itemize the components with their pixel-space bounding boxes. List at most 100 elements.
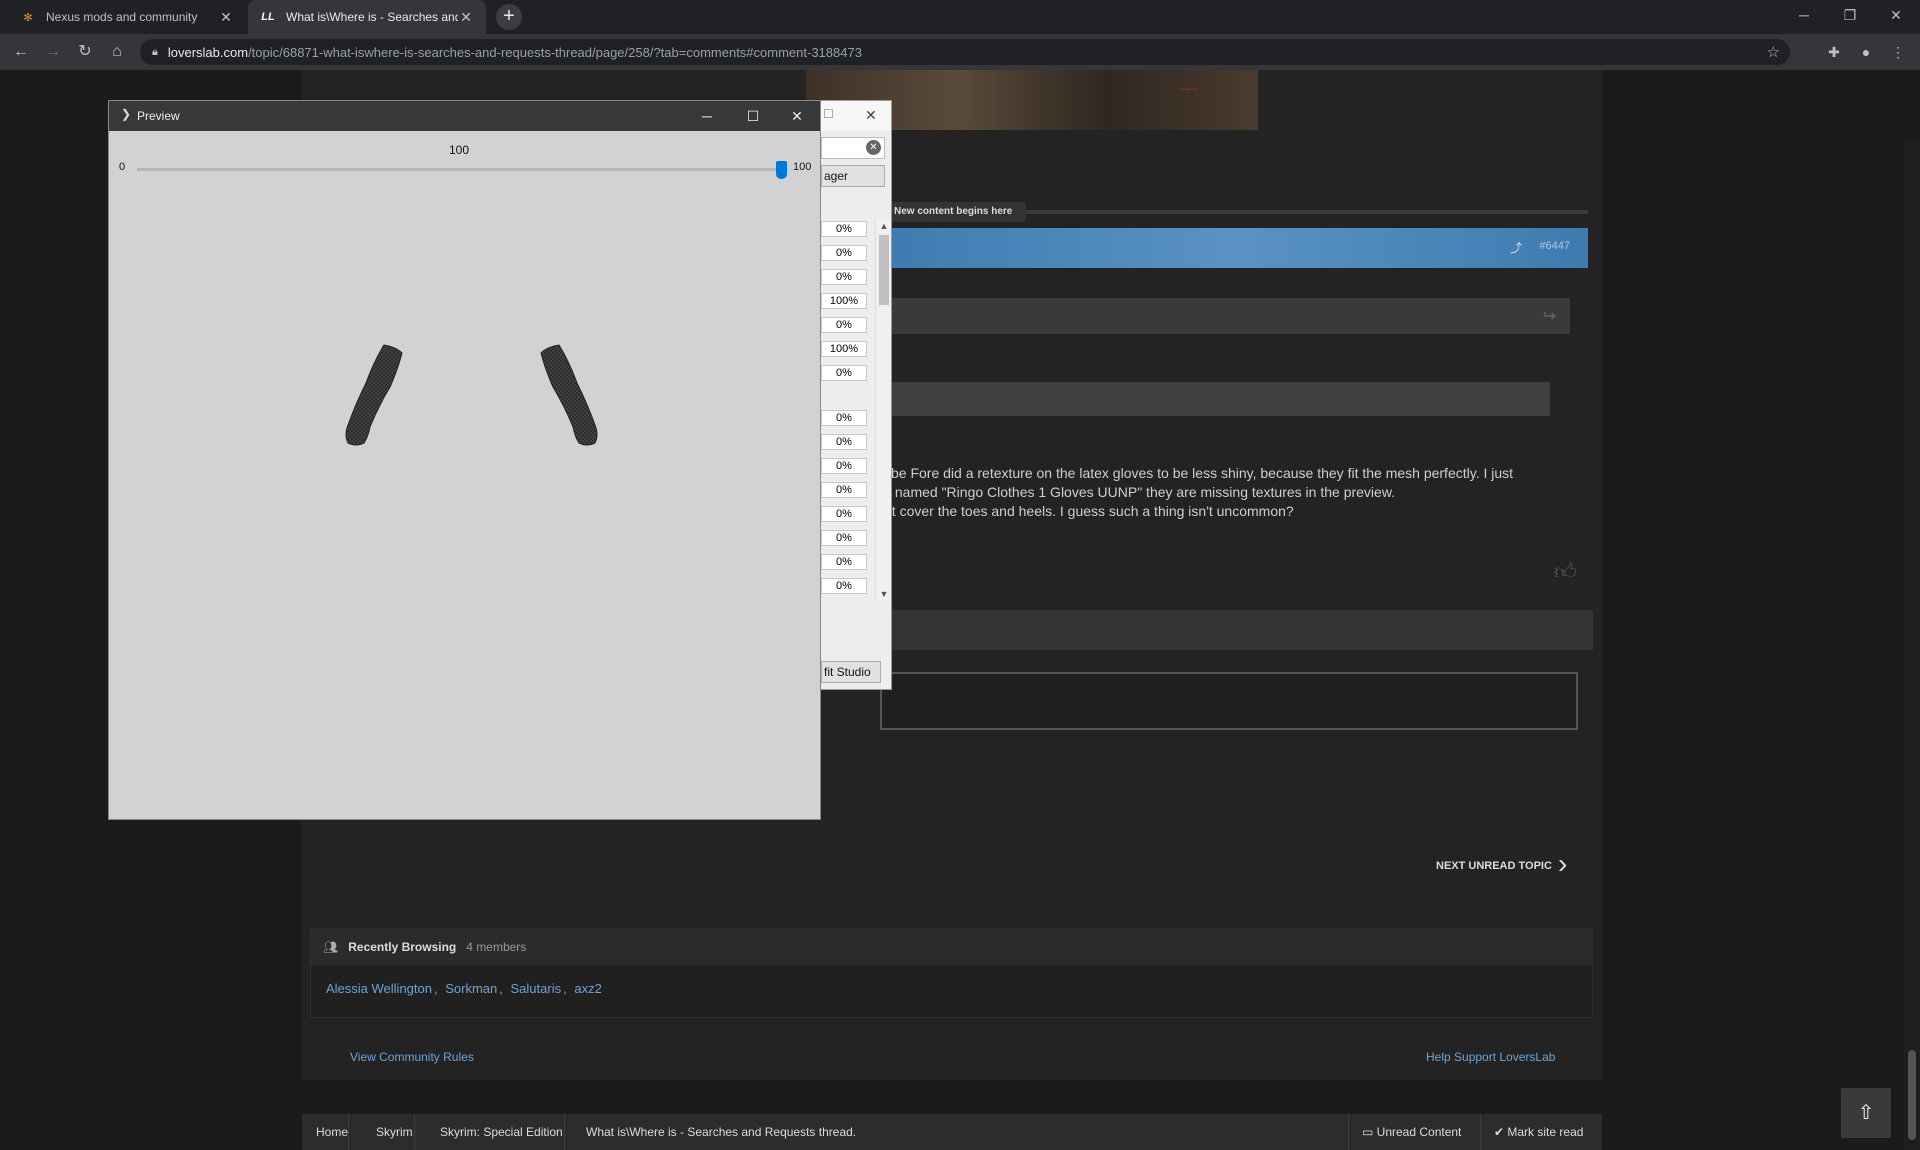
tab-bar: ✻ Nexus mods and community ✕ LL What is\… [0, 0, 1920, 34]
slider-percent-field[interactable]: 0% [821, 365, 867, 381]
community-rules-link[interactable]: View Community Rules [350, 1050, 474, 1064]
tab-title: Nexus mods and community [46, 10, 198, 24]
breadcrumb-home[interactable]: Home [316, 1125, 348, 1139]
close-tab-icon[interactable]: ✕ [458, 9, 474, 26]
slider-percent-field[interactable]: 0% [821, 434, 867, 450]
forward-icon[interactable]: → [42, 41, 64, 63]
new-content-divider [1020, 210, 1588, 214]
slider-percent-field[interactable]: 0% [821, 221, 867, 237]
recently-browsing-title: Recently Browsing [348, 940, 457, 954]
clear-search-icon[interactable]: ✕ [866, 140, 881, 155]
extensions-icon[interactable]: ✚ [1823, 41, 1845, 63]
sliders-scrollbar[interactable]: ▲ ▼ [875, 219, 891, 601]
scroll-to-top-button[interactable]: ⇧ [1841, 1088, 1891, 1138]
reload-icon[interactable]: ↻ [74, 41, 96, 63]
breadcrumb-skyrim-se[interactable]: Skyrim: Special Edition [440, 1125, 563, 1139]
next-unread-topic-link[interactable]: NEXT UNREAD TOPIC [1436, 860, 1552, 872]
address-bar[interactable]: 🔒︎ loverslab.com /topic/68871-what-iswhe… [140, 39, 1790, 65]
scroll-up-icon[interactable]: ▲ [876, 221, 892, 231]
slider-percent-field[interactable]: 0% [821, 482, 867, 498]
breadcrumb-separator [348, 1114, 349, 1150]
weight-slider[interactable] [137, 161, 787, 179]
folder-icon: ▭ [1362, 1125, 1377, 1139]
post-line: ybe Fore did a retexture on the latex gl… [884, 465, 1514, 481]
chevron-right-icon[interactable]: › [1558, 848, 1567, 880]
slider-percent-field[interactable]: 0% [821, 554, 867, 570]
slider-percent-field[interactable]: 0% [821, 245, 867, 261]
slider-percent-field[interactable]: 0% [821, 410, 867, 426]
post-line: ot cover the toes and heels. I guess suc… [884, 503, 1294, 519]
slider-percent-field[interactable]: 100% [821, 341, 867, 357]
unread-content-link[interactable]: ▭ Unread Content [1362, 1125, 1461, 1139]
search-input[interactable]: ✕ [821, 137, 885, 159]
outfit-studio-button[interactable]: fit Studio [821, 661, 881, 683]
scroll-down-icon[interactable]: ▼ [876, 589, 892, 599]
back-icon[interactable]: ← [10, 41, 32, 63]
post-number[interactable]: #6447 [1539, 240, 1570, 252]
member-count: 4 members [466, 940, 527, 954]
separator: , [433, 981, 438, 996]
tab-loverslab[interactable]: LL What is\Where is - Searches and ✕ [248, 0, 486, 34]
slider-min-label: 0 [119, 161, 126, 173]
bodyslide-window: ☐ ✕ ✕ ager 0% 0% 0% 100% 0% 100% 0% 0% 0… [820, 100, 892, 690]
post-body: ybe Fore did a retexture on the latex gl… [884, 464, 1584, 521]
like-icon[interactable]: 👍︎ [1554, 558, 1577, 585]
mark-site-read-link[interactable]: ✔ Mark site read [1494, 1125, 1583, 1139]
member-link[interactable]: Sorkman [445, 981, 497, 996]
maximize-button[interactable]: ☐ [730, 101, 776, 131]
slider-percent-field[interactable]: 0% [821, 506, 867, 522]
close-button[interactable]: ✕ [774, 101, 820, 131]
minimize-browser-button[interactable]: ─ [1782, 0, 1826, 30]
member-list: Alessia Wellington, Sorkman, Salutaris, … [311, 965, 1592, 1012]
minimize-button[interactable]: ─ [684, 101, 730, 131]
slider-percent-field[interactable]: 0% [821, 578, 867, 594]
breadcrumb-current: What is\Where is - Searches and Requests… [586, 1125, 857, 1139]
maximize-icon[interactable]: ☐ [823, 107, 834, 121]
close-browser-button[interactable]: ✕ [1874, 0, 1918, 30]
close-tab-icon[interactable]: ✕ [218, 9, 234, 26]
member-link[interactable]: Salutaris [511, 981, 562, 996]
loverslab-icon: LL [261, 11, 275, 23]
slider-value: 100 [449, 143, 470, 157]
left-glove-mesh [345, 344, 403, 446]
tab-nexus-mods[interactable]: ✻ Nexus mods and community ✕ [8, 0, 246, 34]
slider-percent-field[interactable]: 0% [821, 317, 867, 333]
separator: , [563, 981, 567, 996]
mark-site-read-label: Mark site read [1507, 1125, 1584, 1139]
profile-icon[interactable]: ● [1855, 41, 1877, 63]
slider-percent-field[interactable]: 0% [821, 458, 867, 474]
quote-link-icon[interactable]: ↪ [1543, 306, 1556, 326]
separator: , [499, 981, 503, 996]
home-icon[interactable]: ⌂ [106, 41, 128, 63]
signature-scribble: ~~~ [1178, 84, 1198, 96]
url-path: /topic/68871-what-iswhere-is-searches-an… [248, 44, 862, 60]
manager-button[interactable]: ager [821, 165, 885, 187]
preview-titlebar: ❯ Preview ─ ☐ ✕ [109, 101, 820, 131]
reply-input[interactable] [880, 672, 1578, 730]
slider-thumb[interactable] [776, 161, 787, 179]
preview-title: Preview [137, 109, 180, 123]
slider-percent-field[interactable]: 100% [821, 293, 867, 309]
bookmark-star-icon[interactable]: ☆ [1767, 43, 1780, 61]
tab-title: What is\Where is - Searches and [286, 10, 458, 24]
slider-percent-field[interactable]: 0% [821, 530, 867, 546]
preview-window: ❯ Preview ─ ☐ ✕ 100 0 100 [108, 100, 821, 820]
slider-percent-field[interactable]: 0% [821, 269, 867, 285]
post-header: ⤴ #6447 [880, 228, 1588, 268]
new-tab-button[interactable]: + [496, 4, 522, 30]
help-support-link[interactable]: Help Support LoversLab [1426, 1050, 1555, 1064]
restore-browser-button[interactable]: ❐ [1828, 0, 1872, 30]
checkmark-icon: ✔ [1494, 1125, 1508, 1139]
scrollbar-thumb[interactable] [879, 235, 889, 305]
close-icon[interactable]: ✕ [865, 107, 877, 124]
breadcrumb-skyrim[interactable]: Skyrim [376, 1125, 413, 1139]
scrollbar-thumb[interactable] [1908, 1050, 1916, 1140]
menu-icon[interactable]: ⋮ [1887, 41, 1909, 63]
unread-content-label: Unread Content [1376, 1125, 1462, 1139]
bodyslide-titlebar: ☐ ✕ [821, 101, 891, 131]
users-icon: 👥︎ [323, 940, 339, 954]
page-scrollbar[interactable] [1904, 140, 1920, 1150]
member-link[interactable]: Alessia Wellington [326, 981, 432, 996]
member-link[interactable]: axz2 [574, 981, 601, 996]
share-icon[interactable]: ⤴ [1510, 239, 1522, 256]
